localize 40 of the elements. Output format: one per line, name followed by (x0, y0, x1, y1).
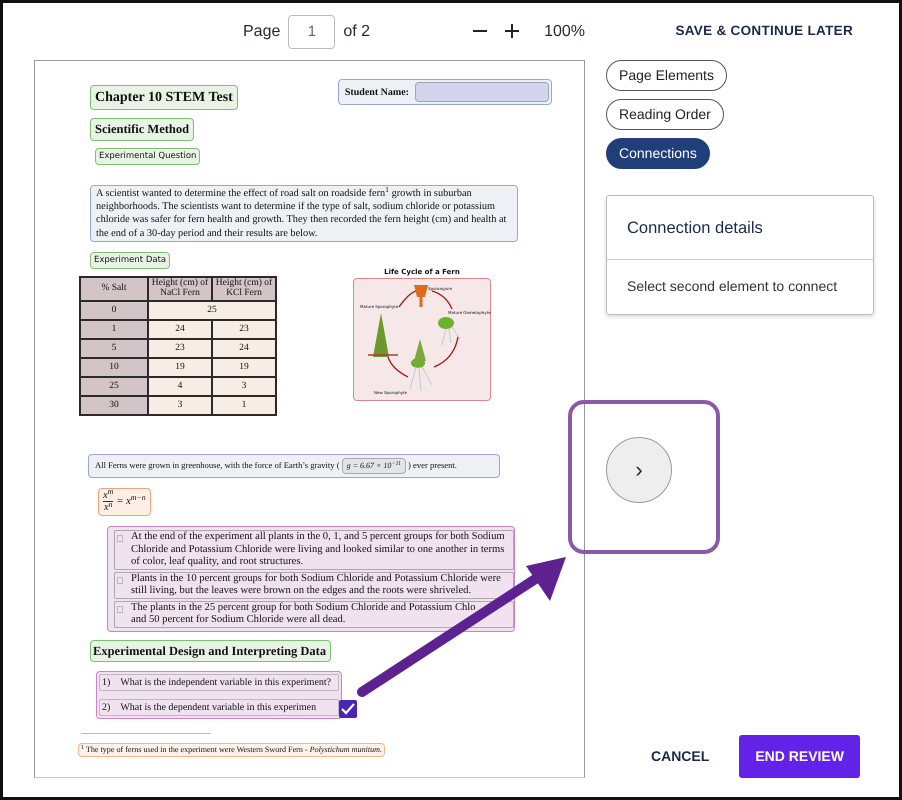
gravity-formula: g = 6.67 × 10$^{−11}$ (342, 458, 406, 474)
gravity-text: ) ever present. (408, 459, 457, 472)
checkbox[interactable] (339, 700, 357, 718)
question-number: 2) (102, 700, 110, 715)
student-name-label: Student Name: (344, 86, 409, 100)
observation-text: The plants in the 25 percent group for both Sodium Chloride and Potassium Chlo and 50 percent for Sodium Chloride were all dead. (131, 602, 476, 627)
observation-text: Plants in the 10 percent groups for both Sodium Chloride and Potassium Chloride were still living, but the leaves were brown on the edges and the roots were shriveled. (131, 572, 501, 598)
tab[interactable]: Reading Order (606, 99, 724, 130)
section-heading: Scientific Method (90, 118, 194, 141)
zoom-level: 100% (544, 22, 585, 42)
question-text: What is the dependent variable in this experimen (120, 700, 316, 715)
gravity-text: All Ferns were grown in greenhouse, with the force of Earth’s gravity ( (95, 459, 340, 472)
end-review-button[interactable]: END REVIEW (739, 735, 860, 778)
tab[interactable]: Connections (606, 138, 710, 169)
details-title: Connection details (607, 196, 873, 260)
section-heading: Experimental Design and Interpreting Data (90, 640, 332, 662)
question-number: 1) (102, 676, 110, 690)
footnote: $^{1}$ The type of ferns used in the experiment were Western Sword Fern - Polystichum munitum. (78, 742, 386, 757)
checkbox[interactable] (117, 535, 123, 542)
observation-text: At the end of the experiment all plants in the 0, 1, and 5 percent groups for both Sodium Chloride and Potassium Chloride were living and looked similar to one another in terms of color, leaf quality, and root structures. (131, 531, 505, 569)
column-header: Height (cm) of KCl Fern (212, 277, 276, 301)
column-header: Height (cm) of NaCl Fern (148, 277, 212, 301)
intro-paragraph: A scientist wanted to determine the effect of road salt on roadside fern$^{1}$ growth in suburban neighborhoods. The scientists want to determine if the type of salt, sodium chloride or potassium chloride was safer for fern health and growth. They then recorded the fern height (cm) and health at the end of a 30-day period and their results are below. (90, 184, 518, 242)
cancel-button[interactable]: CANCEL (644, 745, 716, 768)
page-number-field[interactable]: 1 (288, 14, 336, 48)
question-text: What is the independent variable in this experiment? (120, 676, 332, 690)
section-label: Experiment Data (90, 252, 170, 269)
next-button[interactable]: › (606, 436, 672, 503)
tab[interactable]: Page Elements (606, 60, 727, 91)
zoom-in-icon[interactable] (504, 23, 520, 40)
section-label: Experimental Question (95, 148, 200, 164)
page-total: of 2 (343, 22, 370, 42)
student-name-field[interactable] (415, 82, 549, 102)
column-header: % Salt (80, 277, 148, 301)
page-label: Page (243, 22, 280, 42)
checkbox[interactable] (117, 606, 123, 613)
details-message: Select second element to connect (626, 276, 838, 296)
save-continue-button[interactable]: SAVE & CONTINUE LATER (669, 20, 859, 43)
checkbox[interactable] (117, 576, 123, 584)
document-title: Chapter 10 STEM Test (90, 85, 238, 110)
